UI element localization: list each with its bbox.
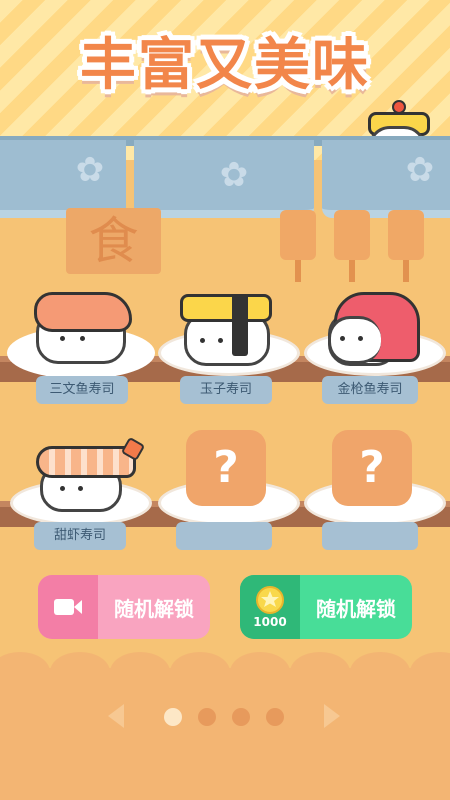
- sushi-label: 三文鱼寿司: [36, 376, 128, 404]
- coin-cost: 1000: [253, 615, 287, 629]
- nori-band: [232, 294, 248, 356]
- sushi-label: 甜虾寿司: [34, 522, 126, 550]
- page-title: 丰富又美味: [80, 33, 370, 98]
- sushi-label: 金枪鱼寿司: [322, 376, 418, 404]
- lantern-icon: [334, 210, 370, 282]
- page-dot-2[interactable]: [198, 708, 216, 726]
- sushi-item-tuna[interactable]: 金枪鱼寿司: [304, 290, 446, 410]
- sushi-label: 玉子寿司: [180, 376, 272, 404]
- sushi-item-salmon[interactable]: 三文鱼寿司: [10, 290, 152, 410]
- sushi-item-locked[interactable]: ?: [304, 430, 446, 560]
- coin-star-icon: [256, 586, 284, 614]
- sushi-label: [322, 522, 418, 550]
- lantern-icon: [280, 210, 316, 282]
- video-unlock-label: 随机解锁: [114, 596, 194, 621]
- next-page-arrow[interactable]: [324, 704, 340, 728]
- flower-icon: ✿: [405, 150, 435, 190]
- sushi-item-locked[interactable]: ?: [158, 430, 300, 560]
- page-dot-3[interactable]: [232, 708, 250, 726]
- food-sign: 食: [66, 208, 161, 274]
- coin-unlock-label: 随机解锁: [316, 596, 396, 621]
- sushi-label: [176, 522, 272, 550]
- tamago-topping: [180, 294, 272, 322]
- page-dot-1[interactable]: [164, 708, 182, 726]
- lantern-icon: [388, 210, 424, 282]
- mystery-icon: ?: [186, 430, 266, 506]
- sushi-item-shrimp[interactable]: 甜虾寿司: [10, 436, 152, 560]
- video-camera-icon: [38, 575, 98, 639]
- coin-unlock-button[interactable]: 1000 随机解锁: [240, 575, 412, 639]
- salmon-topping: [34, 292, 132, 332]
- flower-icon: ✿: [75, 150, 105, 190]
- bottom-panel: [0, 668, 450, 800]
- sushi-item-tamago[interactable]: 玉子寿司: [158, 290, 300, 410]
- video-unlock-button[interactable]: 随机解锁: [38, 575, 210, 639]
- mystery-icon: ?: [332, 430, 412, 506]
- prev-page-arrow[interactable]: [108, 704, 124, 728]
- flower-icon: ✿: [219, 155, 249, 195]
- page-dot-4[interactable]: [266, 708, 284, 726]
